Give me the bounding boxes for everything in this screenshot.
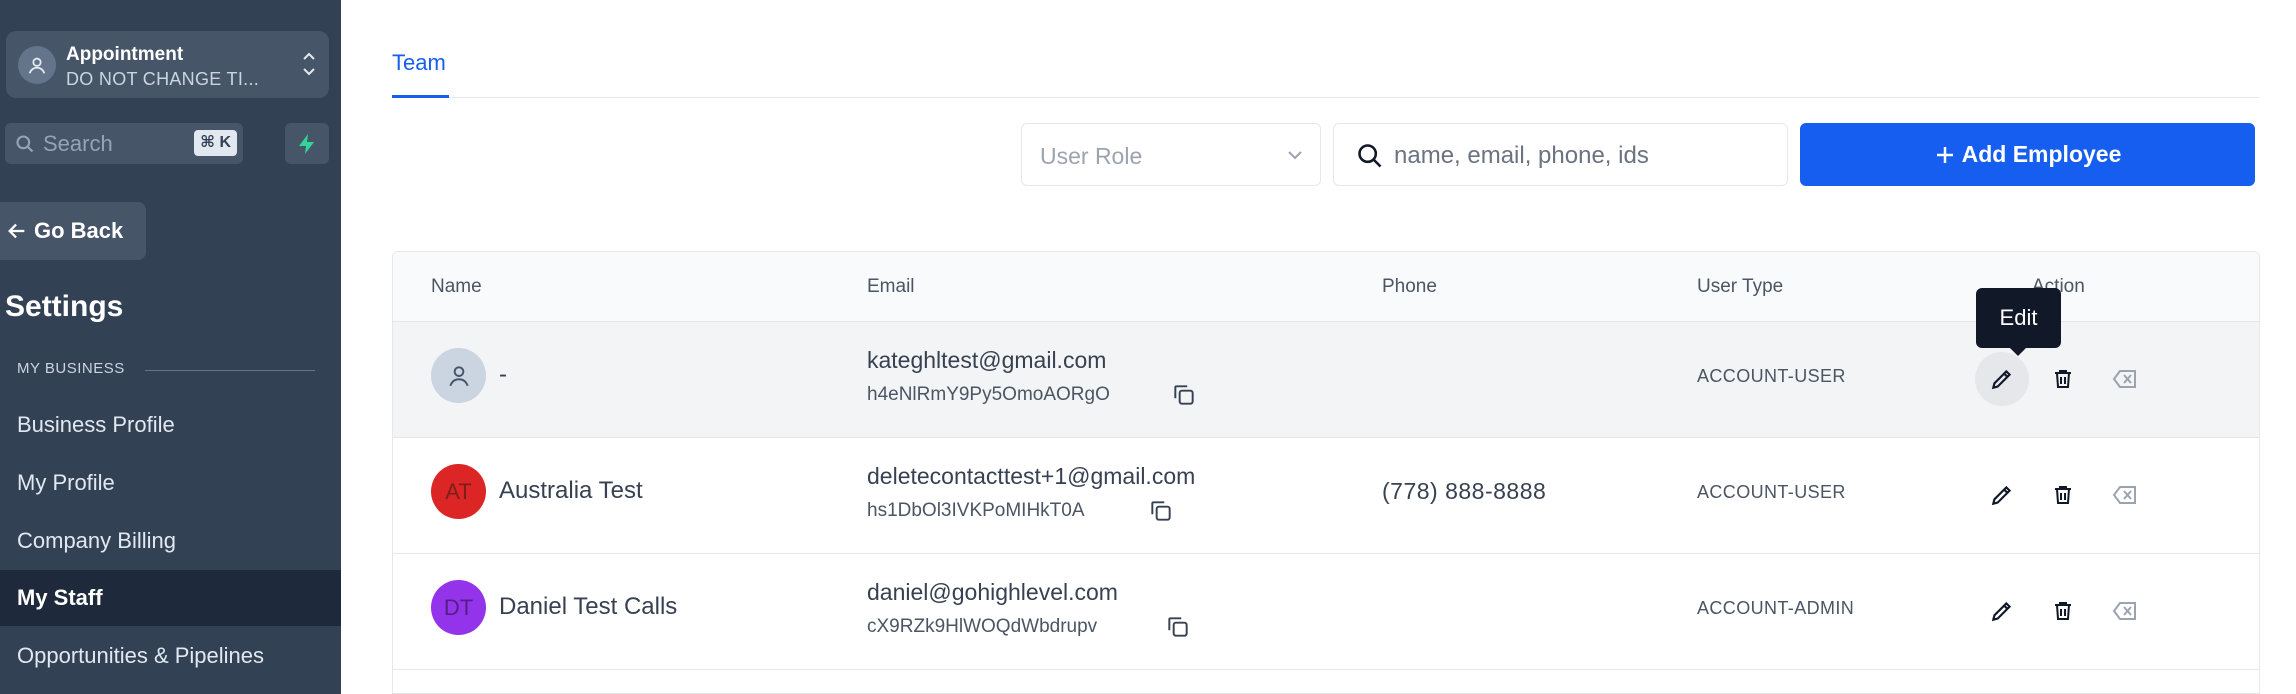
bolt-icon [299, 133, 314, 154]
avatar-initials: DT [443, 594, 474, 620]
search-placeholder: Search [43, 131, 113, 156]
column-user-type: User Type [1697, 276, 1784, 297]
pencil-icon [1991, 485, 2012, 506]
user-id: h4eNlRmY9Py5OmoAORgO [867, 384, 1110, 405]
search-icon [1358, 144, 1382, 168]
avatar-initials: AT [445, 478, 472, 504]
trash-icon [2055, 370, 2071, 388]
column-phone: Phone [1382, 276, 1437, 297]
edit-tooltip: Edit [1976, 288, 2061, 356]
user-icon [448, 365, 469, 386]
add-employee-button[interactable]: Add Employee [1800, 123, 2255, 186]
sidebar-item-business-profile[interactable]: Business Profile [0, 397, 341, 453]
avatar [431, 348, 486, 403]
quick-actions-button[interactable] [285, 123, 329, 164]
location-icon [18, 46, 56, 84]
avatar: AT [431, 464, 486, 519]
copy-icon[interactable] [1171, 382, 1197, 413]
tab-team[interactable]: Team [392, 50, 446, 76]
tooltip-text: Edit [1999, 305, 2038, 330]
copy-icon[interactable] [1148, 498, 1174, 529]
go-back-label: Go Back [34, 218, 124, 243]
user-id: hs1DbOl3IVKPoMIHkT0A [867, 500, 1085, 521]
delete-button[interactable] [2036, 352, 2090, 406]
user-name: - [499, 361, 507, 388]
account-subtitle: DO NOT CHANGE TI... [66, 69, 260, 89]
chevron-down-icon [1288, 151, 1302, 160]
backspace-x-icon [2112, 486, 2136, 504]
deactivate-button[interactable] [2098, 468, 2152, 522]
arrow-left-icon [8, 223, 25, 239]
copy-icon[interactable] [1165, 614, 1191, 645]
user-phone: (778) 888-8888 [1382, 478, 1547, 504]
sidebar: Appointment DO NOT CHANGE TI... Search ⌘… [0, 0, 341, 694]
backspace-x-icon [2112, 602, 2136, 620]
user-type: ACCOUNT-USER [1697, 366, 1846, 386]
search-shortcut: ⌘ K [194, 130, 237, 156]
sidebar-item-my-staff[interactable]: My Staff [0, 570, 341, 626]
sidebar-item-company-billing[interactable]: Company Billing [0, 513, 341, 569]
section-divider [145, 370, 315, 371]
backspace-x-icon [2112, 370, 2136, 388]
table-row[interactable]: AT Australia Test deletecontacttest+1@gm… [393, 438, 2259, 554]
sidebar-search[interactable]: Search ⌘ K [5, 123, 243, 164]
tab-active-indicator [392, 95, 449, 98]
column-name: Name [431, 276, 482, 297]
main-content: Team User Role name, email, phone, ids A… [341, 0, 2296, 694]
employee-search-placeholder: name, email, phone, ids [1394, 142, 1649, 169]
search-icon [15, 134, 35, 159]
delete-button[interactable] [2036, 468, 2090, 522]
chevron-updown-icon [301, 47, 317, 86]
edit-button[interactable] [1975, 468, 2029, 522]
avatar: DT [431, 580, 486, 635]
deactivate-button[interactable] [2098, 584, 2152, 638]
user-name: Daniel Test Calls [499, 593, 678, 620]
trash-icon [2055, 486, 2071, 504]
sidebar-item-my-profile[interactable]: My Profile [0, 455, 341, 511]
tab-divider [392, 97, 2259, 98]
account-switcher[interactable]: Appointment DO NOT CHANGE TI... [6, 31, 329, 98]
user-email: deletecontacttest+1@gmail.com [867, 463, 1196, 489]
user-type: ACCOUNT-USER [1697, 482, 1846, 502]
pencil-icon [1991, 601, 2012, 622]
plus-icon [1936, 146, 1953, 163]
user-type: ACCOUNT-ADMIN [1697, 598, 1855, 618]
user-email: daniel@gohighlevel.com [867, 579, 1118, 605]
user-id: cX9RZk9HlWOQdWbdrupv [867, 616, 1098, 637]
user-role-select[interactable]: User Role [1021, 123, 1321, 186]
edit-button[interactable] [1975, 352, 2029, 406]
section-label: MY BUSINESS [17, 360, 125, 377]
go-back-button[interactable]: Go Back [0, 202, 146, 260]
pencil-icon [1991, 369, 2012, 390]
employee-search-input[interactable]: name, email, phone, ids [1333, 123, 1788, 186]
trash-icon [2055, 602, 2071, 620]
deactivate-button[interactable] [2098, 352, 2152, 406]
table-row[interactable]: DT Daniel Test Calls daniel@gohighlevel.… [393, 554, 2259, 670]
edit-button[interactable] [1975, 584, 2029, 638]
delete-button[interactable] [2036, 584, 2090, 638]
user-email: kateghltest@gmail.com [867, 347, 1107, 373]
account-name: Appointment [66, 44, 184, 65]
settings-title: Settings [5, 290, 124, 323]
column-email: Email [867, 276, 915, 297]
user-role-placeholder: User Role [1040, 143, 1143, 169]
add-employee-label: Add Employee [1961, 141, 2122, 167]
user-name: Australia Test [499, 477, 643, 504]
sidebar-item-opportunities-pipelines[interactable]: Opportunities & Pipelines [0, 628, 341, 684]
